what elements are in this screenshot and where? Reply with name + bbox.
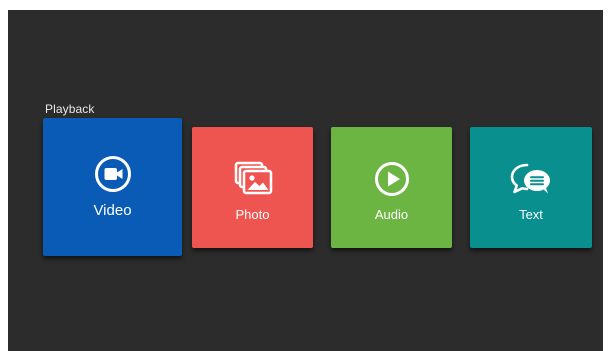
tile-audio-label: Audio — [374, 207, 409, 222]
tile-video[interactable]: Video — [43, 118, 182, 256]
video-camera-icon — [94, 156, 131, 192]
play-circle-icon — [374, 162, 409, 196]
tile-photo[interactable]: Photo — [192, 127, 313, 248]
tile-audio[interactable]: Audio — [331, 127, 452, 248]
tile-text-label: Text — [519, 207, 543, 222]
chat-bubbles-icon — [510, 163, 550, 194]
section-title: Playback — [45, 102, 95, 116]
tile-text[interactable]: Text — [470, 127, 592, 248]
photo-gallery-icon — [234, 161, 272, 195]
tile-video-label: Video — [93, 202, 132, 219]
playback-screen: Playback Video Photo Audio Text — [8, 10, 603, 351]
tile-photo-label: Photo — [235, 207, 270, 222]
